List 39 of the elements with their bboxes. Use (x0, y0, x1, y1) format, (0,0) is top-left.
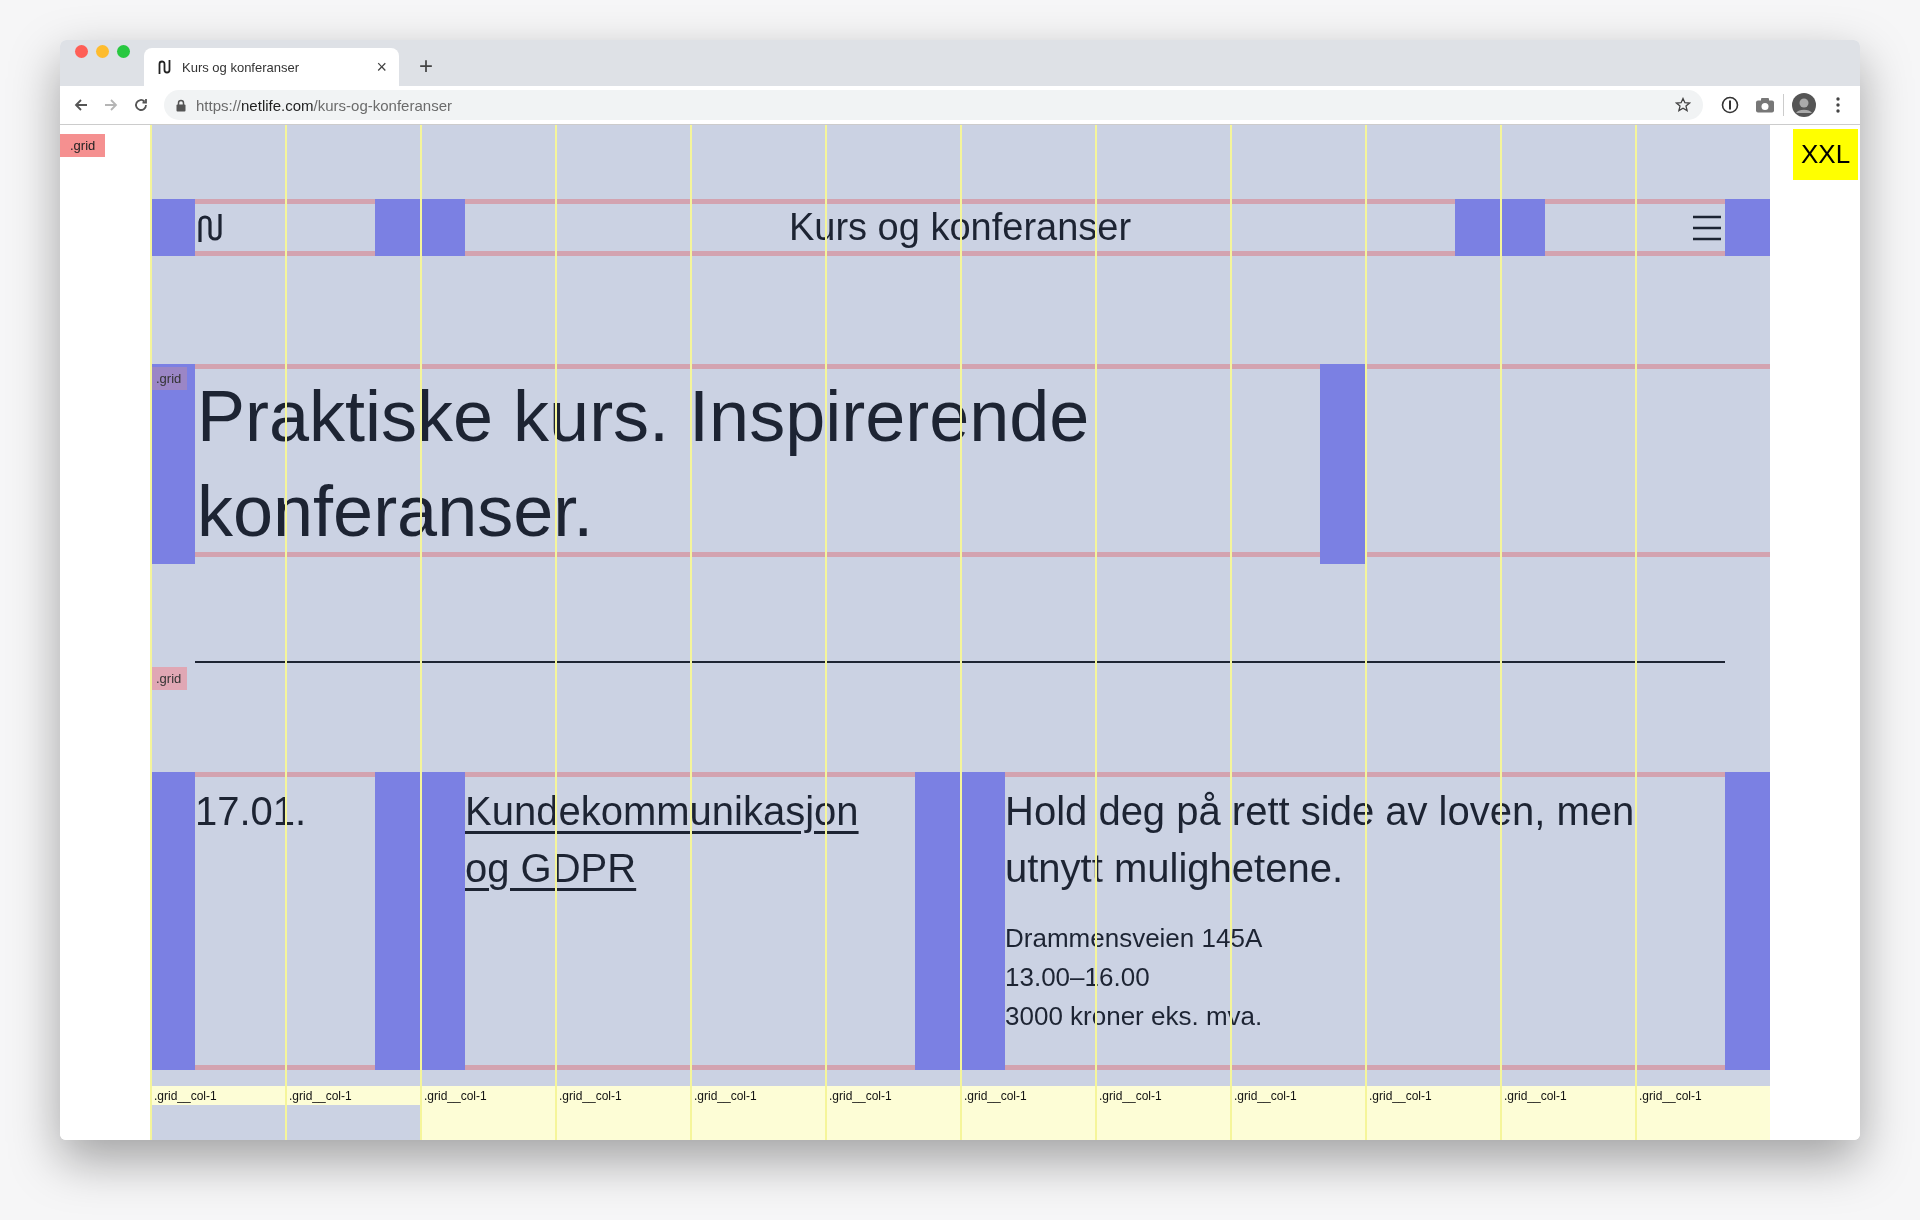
debug-label: .grid (150, 367, 188, 390)
browser-tab[interactable]: Kurs og konferanser × (144, 48, 399, 86)
column-label: .grid__col-1 (1368, 1088, 1433, 1105)
event-time: 13.00–16.00 (1005, 961, 1151, 994)
hero-heading: Praktiske kurs. Inspirerende konferanser. (196, 375, 1091, 553)
column-label: .grid__col-1 (693, 1088, 758, 1105)
reload-icon[interactable] (133, 97, 149, 113)
column-label: .grid__col-1 (423, 1088, 488, 1105)
column-label: .grid__col-1 (1233, 1088, 1298, 1105)
event-address: Drammensveien 145A (1005, 922, 1264, 955)
debug-label: .grid (60, 134, 106, 157)
column-label: .grid__col-1 (153, 1088, 218, 1105)
event-date: 17.01. (195, 789, 307, 833)
tab-close-button[interactable]: × (376, 56, 387, 78)
logo-icon (158, 59, 172, 75)
column-label: .grid__col-1 (963, 1088, 1028, 1105)
column-label: .grid__col-1 (558, 1088, 623, 1105)
column-label: .grid__col-1 (1503, 1088, 1568, 1105)
avatar-icon[interactable] (1792, 93, 1816, 117)
logo-icon[interactable] (197, 211, 223, 244)
column-label: .grid__col-1 (1638, 1088, 1703, 1105)
column-label: .grid__col-1 (288, 1088, 353, 1105)
gutter-overlay (150, 199, 195, 256)
page-title: Kurs og konferanser (787, 206, 1133, 249)
info-circle-icon[interactable] (1721, 96, 1739, 114)
debug-label: .grid (150, 667, 188, 690)
new-tab-button[interactable]: + (413, 52, 439, 80)
lock-icon (176, 98, 186, 112)
address-bar[interactable]: https://netlife.com/kurs-og-konferanser (164, 90, 1703, 120)
back-icon[interactable] (73, 97, 89, 113)
menu-button[interactable] (1692, 214, 1722, 241)
breakpoint-badge: XXL (1793, 129, 1859, 180)
star-icon[interactable] (1675, 97, 1691, 113)
gutter-overlay (1725, 199, 1770, 256)
camera-icon[interactable] (1755, 97, 1775, 113)
tab-title: Kurs og konferanser (182, 59, 301, 75)
url-text: https://netlife.com/kurs-og-konferanser (196, 96, 453, 114)
column-label: .grid__col-1 (828, 1088, 893, 1105)
column-label: .grid__col-1 (1098, 1088, 1163, 1105)
